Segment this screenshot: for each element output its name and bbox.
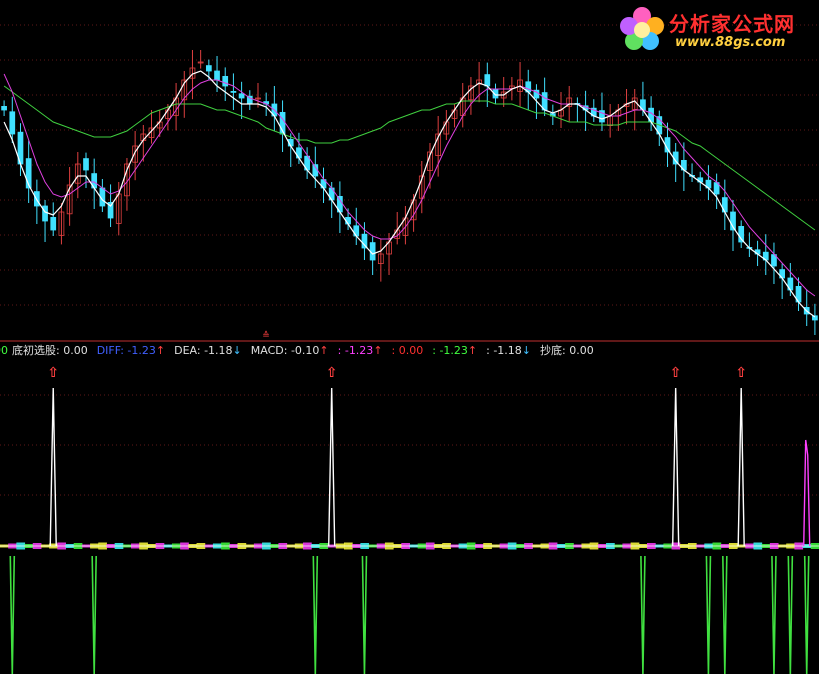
readout-value: 0.00	[63, 344, 88, 357]
up-arrow-icon: ↑	[373, 344, 383, 357]
logo-title: 分析家公式网	[669, 12, 795, 36]
candle-body	[205, 65, 212, 72]
candle-body	[222, 76, 229, 87]
candle-body	[42, 205, 48, 222]
candle-body	[246, 95, 253, 105]
low-signal-line	[640, 555, 646, 674]
readout-item: 抄底: 0.00	[540, 344, 594, 357]
readout-prefix: 00	[0, 344, 8, 357]
readout-value: -0.10	[290, 344, 320, 357]
candle-body	[361, 233, 368, 249]
candle-body	[1, 106, 7, 111]
low-signal-line	[787, 555, 794, 674]
readout-value: 0.00	[569, 344, 594, 357]
up-arrow-icon: ↑	[319, 344, 329, 357]
readout-value: -1.23	[439, 344, 468, 357]
signal-spike	[49, 387, 57, 547]
down-arrow-icon: ↓	[232, 344, 242, 357]
candle-body	[214, 70, 220, 81]
readout-value: 0.00	[398, 344, 424, 357]
low-signal-line	[9, 555, 16, 674]
candle-body	[83, 158, 89, 171]
up-arrow-icon: ↑	[467, 344, 478, 357]
ma-mid-line	[3, 73, 816, 297]
ma-short-line	[3, 70, 816, 318]
readout-item: DIFF: -1.23↑	[97, 344, 165, 357]
candlestick-series	[1, 50, 818, 335]
readout-value: -1.18	[204, 344, 233, 357]
indicator-readout: 00底初选股: 0.00DIFF: -1.23↑DEA: -1.18↓MACD:…	[0, 343, 603, 359]
readout-label: :	[391, 344, 399, 357]
candle-body	[484, 74, 491, 87]
candle-body	[230, 91, 237, 93]
readout-label: DIFF:	[96, 344, 128, 357]
readout-value: -1.23	[127, 344, 156, 357]
tail-spike	[803, 439, 811, 547]
indicator-panel: ⇧ ⇧ ⇧ ⇧	[0, 365, 819, 674]
flower-logo-icon	[620, 7, 664, 50]
candle-body	[238, 93, 245, 99]
readout-item: : 0.00	[392, 344, 424, 357]
readout-label: :	[337, 344, 345, 357]
signal-spike	[671, 387, 680, 547]
stock-chart: ≙ ⇧ ⇧ ⇧ ⇧	[0, 24, 819, 674]
low-signal-line	[771, 555, 777, 674]
readout-label: MACD:	[250, 344, 291, 357]
signal-spike	[737, 387, 745, 547]
readout-item: : -1.23↑	[338, 344, 383, 357]
low-signal-line	[361, 555, 368, 674]
readout-item: 底初选股: 0.00	[12, 344, 88, 357]
low-signal-line	[722, 555, 728, 674]
signal-spike	[327, 387, 336, 547]
down-arrow-icon: ↓	[521, 344, 532, 357]
readout-value: -1.18	[493, 344, 522, 357]
candle-body	[9, 111, 16, 135]
readout-label: 底初选股:	[12, 344, 64, 357]
low-signal-line	[312, 555, 319, 674]
grid-lines	[0, 24, 819, 546]
up-arrow-icon: ↑	[155, 344, 166, 357]
up-arrow-icon: ⇧	[326, 365, 338, 381]
moving-average-lines: ≙	[3, 70, 816, 341]
low-signal-line	[705, 555, 712, 674]
candle-body	[50, 216, 57, 231]
readout-label: DEA:	[174, 344, 205, 357]
logo-url[interactable]: www.88gs.com	[675, 35, 785, 50]
up-arrow-icon: ⇧	[735, 365, 747, 381]
readout-value: -1.23	[344, 344, 374, 357]
low-signal-line	[803, 555, 810, 674]
readout-item: MACD: -0.10↑	[251, 344, 329, 357]
up-arrow-icon: ⇧	[47, 365, 59, 381]
low-signal-line	[91, 555, 97, 674]
up-arrow-icon: ⇧	[670, 365, 682, 381]
readout-item: : -1.18↓	[486, 344, 531, 357]
readout-item: DEA: -1.18↓	[174, 344, 242, 357]
marker-glyph: ≙	[262, 330, 270, 341]
readout-label: 抄底:	[540, 344, 570, 357]
readout-item: : -1.23↑	[432, 344, 477, 357]
site-logo: 分析家公式网 www.88gs.com	[613, 2, 813, 56]
